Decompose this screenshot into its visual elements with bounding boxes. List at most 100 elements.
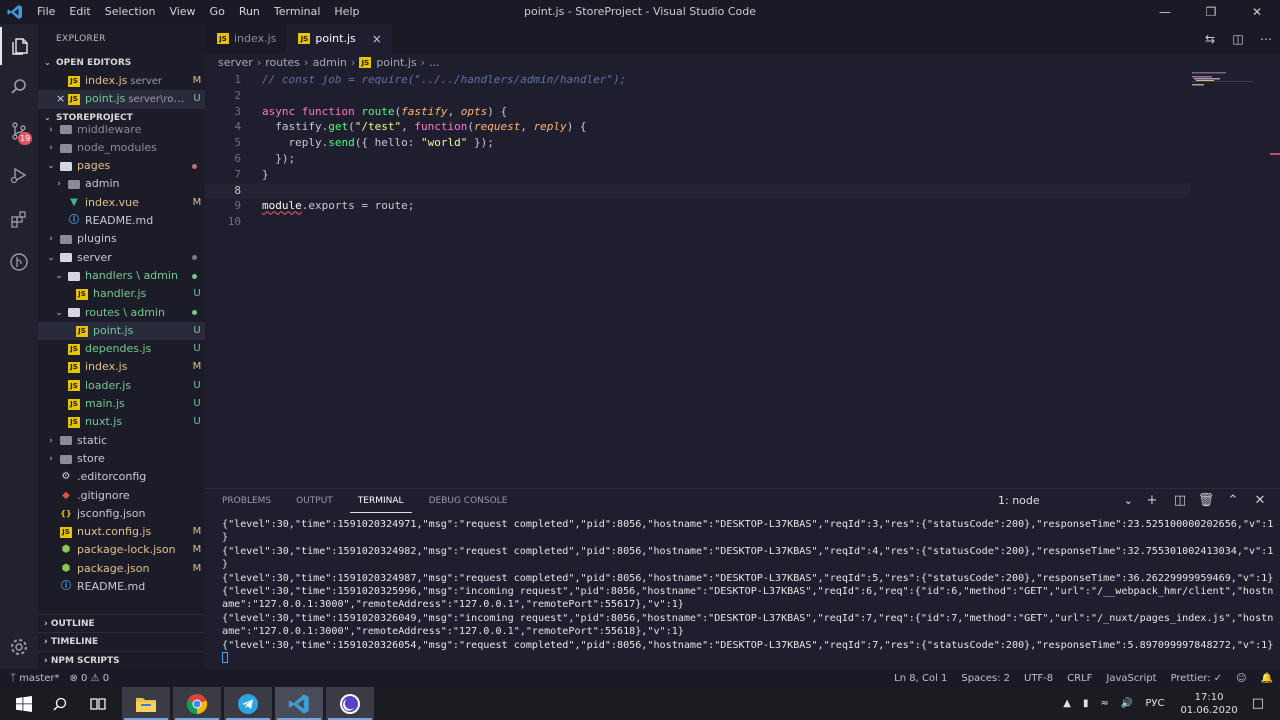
close-icon[interactable]: × [56,90,65,108]
encoding[interactable]: UTF-8 [1024,673,1053,684]
notifications-icon[interactable]: 🔔 [1261,673,1273,684]
tree-item[interactable]: ▼ index.vue M [38,194,205,212]
tree-item[interactable]: {} jsconfig.json [38,505,205,523]
battery-icon[interactable]: ▮ [1083,698,1089,709]
tree-item[interactable]: JS point.js U [38,321,205,341]
kill-terminal-icon[interactable]: 🗑 [1193,489,1219,513]
tree-item[interactable]: ⌄ handlers \ admin [38,267,205,285]
tree-item[interactable]: › static [38,432,205,450]
code-line[interactable]: 8 [205,182,1190,199]
tree-item[interactable]: JS nuxt.js U [38,413,205,431]
tree-item[interactable]: ⓘ README.md [38,578,205,596]
prettier-status[interactable]: Prettier: ✓ [1171,673,1223,684]
open-editors-header[interactable]: ⌄ OPEN EDITORS [38,54,205,72]
app-icon[interactable] [326,687,374,720]
tab-output[interactable]: OUTPUT [288,489,341,513]
npm-scripts-section[interactable]: › NPM SCRIPTS [38,651,205,669]
menu-help[interactable]: Help [327,0,366,24]
clock[interactable]: 17:10 01.06.2020 [1180,691,1237,717]
gear-icon[interactable] [0,628,38,666]
code-line[interactable]: 5 reply.send({ hello: "world" }); [205,135,1190,151]
breadcrumb-admin[interactable]: admin [312,56,346,69]
breadcrumb-server[interactable]: server [218,56,253,69]
tree-item[interactable]: ⌄ pages [38,157,205,175]
tree-item[interactable]: › middleware [38,121,205,139]
code-editor[interactable]: 1 // const job = require("../../handlers/… [205,72,1190,242]
language-mode[interactable]: JavaScript [1106,673,1156,684]
task-view-icon[interactable] [74,687,122,720]
code-line[interactable]: 3 async function route(fastify, opts) { [205,104,1190,120]
terminal-output[interactable]: {"level":30,"time":1591020324971,"msg":"… [222,518,1273,665]
wifi-icon[interactable]: ≈ [1100,698,1108,709]
code-line[interactable]: 2 [205,88,1190,104]
timeline-section[interactable]: › TIMELINE [38,632,205,650]
menu-go[interactable]: Go [203,0,232,24]
tray-overflow-icon[interactable]: ▲ [1063,698,1071,709]
tab-index-js[interactable]: JS index.js [205,24,287,53]
extensions-icon[interactable] [0,200,38,238]
tree-item[interactable]: JS handler.js U [38,285,205,303]
tab-terminal[interactable]: TERMINAL [349,489,412,513]
code-line[interactable]: 9 module.exports = route; [205,198,1190,214]
tree-item[interactable]: ⓘ README.md [38,212,205,230]
tree-item[interactable]: ⚙ .editorconfig [38,468,205,486]
open-changes-icon[interactable]: ⇆ [1196,32,1224,46]
indentation[interactable]: Spaces: 2 [961,673,1010,684]
menu-terminal[interactable]: Terminal [267,0,328,24]
tree-item[interactable]: JS nuxt.config.js M [38,523,205,541]
breadcrumb-routes[interactable]: routes [265,56,300,69]
tab-point-js[interactable]: JS point.js × [286,24,392,53]
restore-icon[interactable]: ❐ [1188,0,1234,24]
files-icon[interactable] [0,27,38,65]
new-terminal-icon[interactable]: + [1139,489,1165,513]
cursor-position[interactable]: Ln 8, Col 1 [894,673,947,684]
tree-item[interactable]: JS loader.js U [38,377,205,395]
volume-icon[interactable]: 🔊 [1121,698,1133,709]
code-line[interactable]: 7} [205,167,1190,183]
outline-section[interactable]: › OUTLINE [38,614,205,632]
tree-item[interactable]: JS index.js M [38,358,205,376]
tab-problems[interactable]: PROBLEMS [214,489,279,513]
code-line[interactable]: 6 }); [205,151,1190,167]
split-editor-icon[interactable]: ◫ [1224,32,1252,46]
maximize-panel-icon[interactable]: ⌃ [1220,489,1246,513]
code-line[interactable]: 4 fastify.get("/test", function(request,… [205,119,1190,135]
tree-item[interactable]: ◆ .gitignore [38,487,205,505]
menu-selection[interactable]: Selection [98,0,163,24]
source-control-icon[interactable]: 19 [0,112,38,150]
search-icon[interactable] [0,68,38,106]
tree-item[interactable]: › plugins [38,230,205,248]
git-graph-icon[interactable] [0,243,38,281]
tree-item[interactable]: ⌄ routes \ admin [38,304,205,322]
tree-item[interactable]: ⌄ server [38,249,205,267]
menu-file[interactable]: File [30,0,62,24]
terminal-select[interactable]: 1: node ⌄ [998,489,1133,513]
more-actions-icon[interactable]: ⋯ [1252,32,1280,46]
run-debug-icon[interactable] [0,156,38,194]
terminal-cursor[interactable] [222,652,1262,665]
telegram-icon[interactable] [224,687,272,720]
branch-status[interactable]: ᛉ master* [10,673,59,684]
close-panel-icon[interactable]: ✕ [1247,489,1273,513]
tree-item[interactable]: JS main.js U [38,395,205,413]
breadcrumb-file[interactable]: point.js [376,56,416,69]
input-language[interactable]: РУС [1145,698,1164,709]
tree-item[interactable]: › node_modules [38,139,205,157]
code-line[interactable]: 10 [205,214,1190,230]
menu-run[interactable]: Run [232,0,267,24]
minimize-icon[interactable]: — [1142,0,1188,24]
split-terminal-icon[interactable]: ◫ [1167,489,1193,513]
menu-edit[interactable]: Edit [62,0,97,24]
open-editor-item[interactable]: × JS point.js server\rou... U [38,90,205,109]
breadcrumb-symbol[interactable]: ... [429,56,440,69]
problems-status[interactable]: ⊗ 0 ⚠ 0 [69,673,109,684]
tree-item[interactable]: ⬢ package.json M [38,560,205,578]
close-tab-icon[interactable]: × [372,32,382,46]
line-ending[interactable]: CRLF [1067,673,1092,684]
vscode-icon[interactable] [275,687,323,720]
file-explorer-icon[interactable] [122,687,170,720]
notifications-icon[interactable]: □ [1252,696,1264,711]
tree-item[interactable]: › admin [38,175,205,193]
minimap[interactable] [1192,72,1254,92]
tree-item[interactable]: ⬢ package-lock.json M [38,541,205,559]
